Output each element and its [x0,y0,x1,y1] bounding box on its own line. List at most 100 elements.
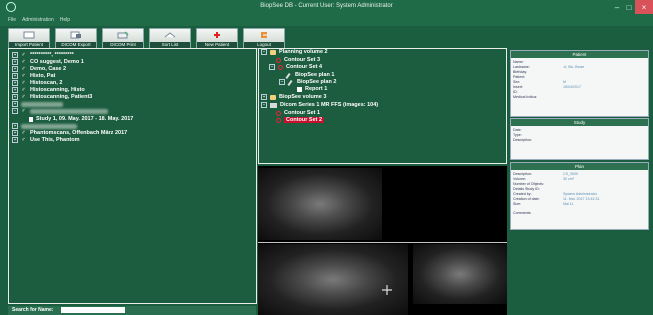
patient-info-title: Patient [511,51,648,58]
contour-icon [276,117,281,123]
patient-row[interactable]: + ♂ Histoscan, 2 [12,80,62,86]
import-patient-button[interactable]: Import Patient [8,28,50,49]
male-icon: ♂ [21,52,26,58]
male-icon: ♂ [21,59,26,65]
study-info-panel: Study Date: Type: Description: [510,118,649,160]
plan-info-title: Plan [511,163,648,170]
volume-icon [270,49,276,55]
expand-icon[interactable]: + [12,66,18,72]
menu-administration[interactable]: Administration [22,17,54,23]
patient-row[interactable]: + ♂ Histoscanning, Histo [12,87,85,93]
tree-item-contour-set[interactable]: Contour Set 3 [276,57,320,63]
plan-icon [288,80,294,85]
patient-row[interactable]: + ♂ **********, ********* [12,52,74,58]
tree-item-biopsee-volume[interactable]: + BiopSee volume 3 [261,94,326,100]
male-icon: ♂ [21,80,26,86]
tree-item-planning-volume[interactable]: − Planning volume 2 [261,49,328,55]
contour-icon [276,57,281,63]
contour-icon [278,64,283,70]
logout-button[interactable]: Logout [243,28,285,49]
expand-icon[interactable]: + [12,101,18,107]
mr-image-top-left [258,168,382,240]
slice-line [258,242,507,243]
import-icon [23,31,35,39]
menu-help[interactable]: Help [60,17,70,23]
male-icon: ♂ [21,73,26,79]
sort-list-button[interactable]: Sort List [149,28,191,49]
patient-row[interactable]: + ♂ Demo, Case 2 [12,66,66,72]
redacted-name [30,108,108,114]
expand-icon[interactable]: + [12,130,18,136]
expand-icon[interactable]: + [12,73,18,79]
search-input[interactable] [61,307,125,313]
dicom-print-button[interactable]: DICOM Print [102,28,144,49]
search-bar: Search for Name: [8,306,256,315]
maximize-button[interactable]: □ [623,0,635,14]
close-button[interactable]: × [635,0,653,14]
series-icon [270,102,277,108]
sort-icon [164,32,176,38]
patient-row[interactable]: + ♂ Histoscanning, Patient3 [12,94,92,100]
collapse-icon[interactable]: − [279,79,285,85]
patient-row-blurred[interactable]: − ♂ [12,108,108,114]
report-icon [297,86,302,92]
study-row[interactable]: Study 1, 09. May. 2017 - 18. May. 2017 [29,116,133,122]
male-icon: ♂ [21,66,26,72]
expand-icon[interactable]: − [12,108,18,114]
male-icon: ♂ [21,130,26,136]
menu-file[interactable]: File [8,17,16,23]
expand-icon[interactable]: + [12,80,18,86]
tree-item-contour-set[interactable]: Contour Set 1 [276,110,320,116]
tree-item-dicom-series[interactable]: − Dicom Series 1 MR FFS (images: 104) [261,102,378,108]
study-icon [29,116,33,122]
plan-info-panel: Plan Description: CS_3000 Volume: 30 cm³ N… [510,162,649,230]
expand-icon[interactable]: + [12,52,18,58]
menu-bar: File Administration Help [0,14,653,26]
study-tree-panel: − Planning volume 2 Contour Set 3 − Contou… [258,48,507,164]
patient-row[interactable]: + ♂ Use This, Phantom [12,137,80,143]
search-label: Search for Name: [12,307,54,313]
expand-icon[interactable]: + [12,87,18,93]
male-icon: ♂ [21,87,26,93]
male-icon: ♂ [21,108,26,114]
minimize-button[interactable]: – [611,0,623,14]
expand-icon[interactable]: + [12,94,18,100]
plan-icon [286,73,292,78]
collapse-icon[interactable]: − [261,102,267,108]
mr-image-bottom-right [413,244,507,304]
patient-list-panel: + ♂ **********, ********* + ♂ CO suggest, De… [8,48,257,304]
collapse-icon[interactable]: − [269,64,275,70]
mr-image-bottom-left [258,244,408,315]
redacted-name [21,123,77,129]
tree-item-biopsee-plan[interactable]: − BiopSee plan 2 [279,79,336,85]
tree-item-contour-set-selected[interactable]: Contour Set 2 [276,117,325,123]
print-icon [117,31,129,39]
tree-item-biopsee-plan[interactable]: BiopSee plan 1 [286,72,334,78]
dicom-export-button[interactable]: DICOM Export [55,28,97,49]
patient-row-blurred[interactable]: + [12,101,63,107]
male-icon: ♂ [21,94,26,100]
patient-info-panel: Patient Name: Lastname: -fr, Bic, Bewe Bi… [510,50,649,117]
crosshair-icon[interactable] [382,285,392,295]
export-icon [70,31,81,39]
toolbar: Import Patient DICOM Export DICOM Print … [8,28,285,49]
expand-icon[interactable]: + [12,59,18,65]
patient-row[interactable]: + ♂ Phantomscans, Offenbach März 2017 [12,130,127,136]
male-icon: ♂ [21,137,26,143]
image-viewer[interactable] [258,166,507,315]
volume-icon [270,94,276,100]
patient-row[interactable]: + ♂ CO suggest, Demo 1 [12,59,84,65]
tree-item-report[interactable]: Report 1 [297,86,327,92]
tree-item-contour-set[interactable]: − Contour Set 4 [269,64,322,70]
new-patient-button[interactable]: New Patient [196,28,238,49]
expand-icon[interactable]: + [261,94,267,100]
window-title: BiopSee DB - Current User: System Admini… [260,3,393,9]
redacted-name [21,101,63,107]
new-patient-icon [214,32,220,38]
patient-row-blurred[interactable]: + [12,123,77,129]
patient-row[interactable]: + ♂ Histo, Pat [12,73,55,79]
logout-icon [261,32,268,38]
expand-icon[interactable]: + [12,123,18,129]
collapse-icon[interactable]: − [261,49,267,55]
expand-icon[interactable]: + [12,137,18,143]
